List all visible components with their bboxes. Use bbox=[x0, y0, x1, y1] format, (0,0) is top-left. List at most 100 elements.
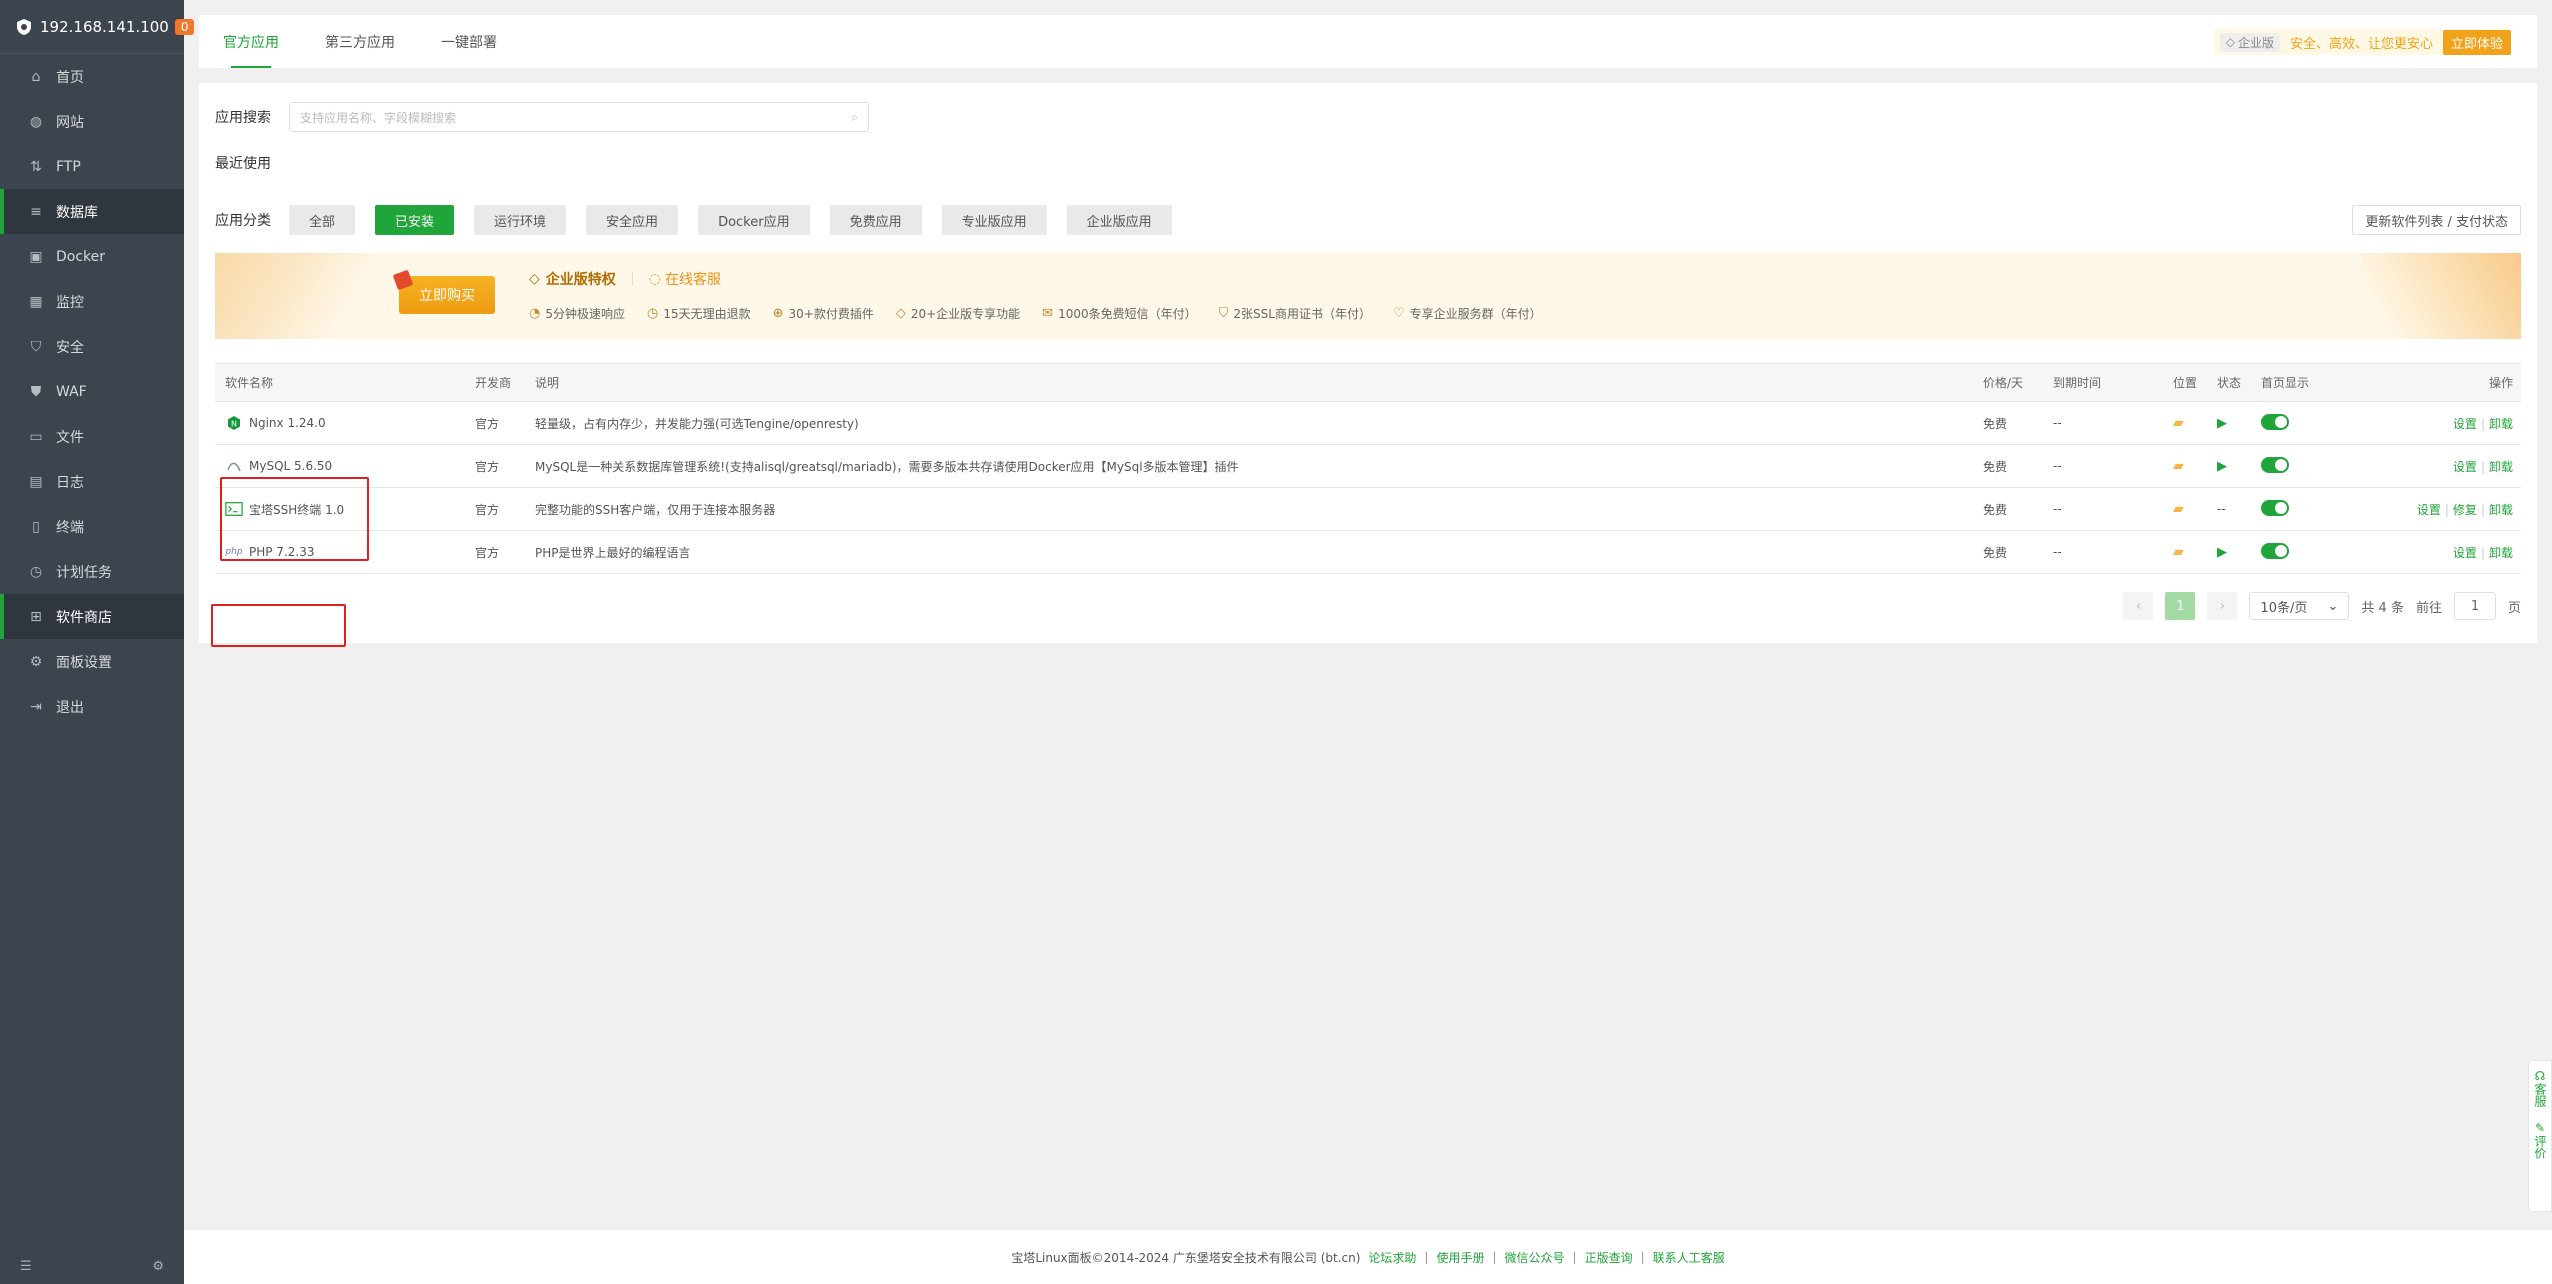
server-header[interactable]: 192.168.141.100 0 bbox=[0, 0, 195, 54]
next-page-button[interactable]: › bbox=[2207, 592, 2238, 620]
feature-item: ⛉ 2张SSL商用证书（年付） bbox=[1218, 306, 1371, 321]
sidebar-item-ftp[interactable]: ⇅ FTP bbox=[0, 144, 184, 189]
forum-link[interactable]: 论坛求助 bbox=[1368, 1249, 1416, 1266]
folder-icon[interactable]: ▰ bbox=[2173, 544, 2184, 560]
app-name[interactable]: Nginx 1.24.0 bbox=[249, 416, 326, 430]
goto-page-input[interactable]: 1 bbox=[2453, 592, 2496, 620]
collapse-menu-icon[interactable]: ☰ bbox=[20, 1259, 32, 1274]
hot-tag-icon bbox=[392, 269, 414, 291]
col-dev: 开发商 bbox=[465, 363, 525, 402]
col-name: 软件名称 bbox=[215, 363, 465, 402]
tab-one-click-deploy[interactable]: 一键部署 bbox=[441, 15, 497, 68]
sidebar-item-monitor[interactable]: ▦ 监控 bbox=[0, 279, 184, 324]
category-security[interactable]: 安全应用 bbox=[586, 205, 679, 235]
online-service-link[interactable]: ◌ 在线客服 bbox=[649, 269, 721, 289]
category-all[interactable]: 全部 bbox=[289, 205, 356, 235]
sidebar-item-label: 文件 bbox=[56, 429, 84, 446]
sidebar-item-folder[interactable]: ▭ 文件 bbox=[0, 414, 184, 459]
feature-item: ⊕ 30+款付费插件 bbox=[772, 306, 874, 321]
uninstall-link[interactable]: 卸载 bbox=[2489, 546, 2513, 560]
manual-link[interactable]: 使用手册 bbox=[1436, 1249, 1484, 1266]
folder-icon[interactable]: ▰ bbox=[2173, 458, 2184, 474]
sidebar-item-shield[interactable]: ⛉ 安全 bbox=[0, 324, 184, 369]
folder-icon[interactable]: ▰ bbox=[2173, 501, 2184, 517]
update-list-button[interactable]: 更新软件列表 / 支付状态 bbox=[2352, 205, 2521, 235]
tab-official-apps[interactable]: 官方应用 bbox=[223, 15, 279, 68]
feature-item: ♡ 专享企业服务群（年付） bbox=[1392, 306, 1542, 321]
diamond-icon: ◇ bbox=[529, 271, 540, 287]
sidebar-item-gear[interactable]: ⚙ 面板设置 bbox=[0, 639, 184, 684]
sidebar-item-label: 首页 bbox=[56, 69, 84, 86]
home-display-toggle[interactable] bbox=[2261, 499, 2289, 516]
settings-link[interactable]: 设置 bbox=[2453, 417, 2477, 431]
logout-icon: ⇥ bbox=[30, 698, 42, 715]
waf-icon: ⛊ bbox=[30, 383, 42, 400]
sidebar-item-database[interactable]: ≡ 数据库 bbox=[0, 189, 184, 234]
sidebar-item-docker[interactable]: ▣ Docker bbox=[0, 234, 184, 279]
sidebar-item-terminal[interactable]: ▯ 终端 bbox=[0, 504, 184, 549]
sidebar-item-label: 面板设置 bbox=[56, 654, 112, 671]
prev-page-button[interactable]: ‹ bbox=[2123, 592, 2154, 620]
play-icon[interactable]: ▶ bbox=[2217, 459, 2227, 474]
app-name[interactable]: MySQL 5.6.50 bbox=[249, 459, 332, 473]
page-number[interactable]: 1 bbox=[2165, 592, 2196, 620]
uninstall-link[interactable]: 卸载 bbox=[2489, 503, 2513, 517]
category-pro[interactable]: 专业版应用 bbox=[941, 205, 1047, 235]
settings-gear-icon[interactable]: ⚙ bbox=[152, 1259, 164, 1274]
sidebar-item-waf[interactable]: ⛊ WAF bbox=[0, 369, 184, 414]
uninstall-link[interactable]: 卸载 bbox=[2489, 460, 2513, 474]
category-installed[interactable]: 已安装 bbox=[375, 205, 455, 235]
category-free[interactable]: 免费应用 bbox=[829, 205, 922, 235]
sidebar-item-globe[interactable]: ◍ 网站 bbox=[0, 99, 184, 144]
sidebar-item-log[interactable]: ▤ 日志 bbox=[0, 459, 184, 504]
sidebar-item-clock[interactable]: ◷ 计划任务 bbox=[0, 549, 184, 594]
nginx-icon: N bbox=[225, 414, 243, 432]
uninstall-link[interactable]: 卸载 bbox=[2489, 417, 2513, 431]
feature-item: ✉ 1000条免费短信（年付） bbox=[1042, 306, 1197, 321]
ftp-icon: ⇅ bbox=[30, 158, 42, 175]
review-button[interactable]: ✎ 评价 bbox=[2533, 1121, 2547, 1159]
play-icon[interactable]: ▶ bbox=[2217, 545, 2227, 560]
enterprise-tag: ◇ 企业版 bbox=[2219, 32, 2280, 52]
home-display-toggle[interactable] bbox=[2261, 413, 2289, 430]
category-docker[interactable]: Docker应用 bbox=[698, 205, 810, 235]
home-display-toggle[interactable] bbox=[2261, 542, 2289, 559]
feature-item: ◷ 15天无理由退款 bbox=[646, 306, 751, 321]
page-size-select[interactable]: 10条/页 ⌄ bbox=[2249, 592, 2350, 620]
search-input[interactable]: 支持应用名称、字段模糊搜索 ⌕ bbox=[289, 102, 869, 132]
sidebar-item-logout[interactable]: ⇥ 退出 bbox=[0, 684, 184, 729]
license-check-link[interactable]: 正版查询 bbox=[1585, 1249, 1633, 1266]
table-row: php PHP 7.2.33 官方 PHP是世界上最好的编程语言 免费 -- ▰ … bbox=[215, 530, 2521, 574]
category-runtime[interactable]: 运行环境 bbox=[474, 205, 567, 235]
play-icon[interactable]: ▶ bbox=[2217, 416, 2227, 431]
col-expire: 到期时间 bbox=[2043, 363, 2163, 402]
settings-link[interactable]: 设置 bbox=[2453, 546, 2477, 560]
folder-icon[interactable]: ▰ bbox=[2173, 415, 2184, 431]
sidebar-item-grid[interactable]: ⊞ 软件商店 bbox=[0, 594, 184, 639]
sidebar-item-home[interactable]: ⌂ 首页 bbox=[0, 54, 184, 99]
mysql-icon bbox=[225, 457, 243, 475]
search-icon[interactable]: ⌕ bbox=[851, 110, 858, 125]
wechat-link[interactable]: 微信公众号 bbox=[1505, 1249, 1565, 1266]
sidebar-menu: ⌂ 首页 ◍ 网站 ⇅ FTP ≡ 数据库 ▣ Docker ▦ 监控 ⛉ 安全 ⛊ WAF ▭ 文件 ▤ 日志 ▯ 终端… bbox=[0, 54, 184, 729]
buy-now-button[interactable]: 立即购买 bbox=[392, 269, 495, 314]
home-display-toggle[interactable] bbox=[2261, 456, 2289, 473]
monitor-icon: ▦ bbox=[29, 293, 43, 310]
contact-support-link[interactable]: 联系人工客服 bbox=[1653, 1249, 1725, 1266]
settings-link[interactable]: 设置 bbox=[2417, 503, 2441, 517]
sidebar-item-label: Docker bbox=[56, 248, 106, 265]
highlight-box bbox=[211, 604, 346, 647]
headset-icon: ☊ bbox=[2534, 1069, 2546, 1083]
customer-service-button[interactable]: ☊ 客服 bbox=[2533, 1069, 2547, 1107]
settings-link[interactable]: 设置 bbox=[2453, 460, 2477, 474]
total-count: 共 4 条 bbox=[2361, 600, 2404, 616]
top-tabs-bar: 官方应用 第三方应用 一键部署 ◇ 企业版 安全、高效、让您更安心 立即体验 bbox=[199, 15, 2537, 68]
table-row: MySQL 5.6.50 官方 MySQL是一种关系数据库管理系统!(支持ali… bbox=[215, 444, 2521, 488]
col-desc: 说明 bbox=[525, 363, 1973, 402]
repair-link[interactable]: 修复 bbox=[2453, 503, 2477, 517]
category-enterprise[interactable]: 企业版应用 bbox=[1066, 205, 1172, 235]
edit-icon: ✎ bbox=[2534, 1121, 2546, 1135]
notification-badge[interactable]: 0 bbox=[174, 18, 195, 35]
tab-third-party-apps[interactable]: 第三方应用 bbox=[325, 15, 395, 68]
try-now-button[interactable]: 立即体验 bbox=[2442, 29, 2511, 55]
